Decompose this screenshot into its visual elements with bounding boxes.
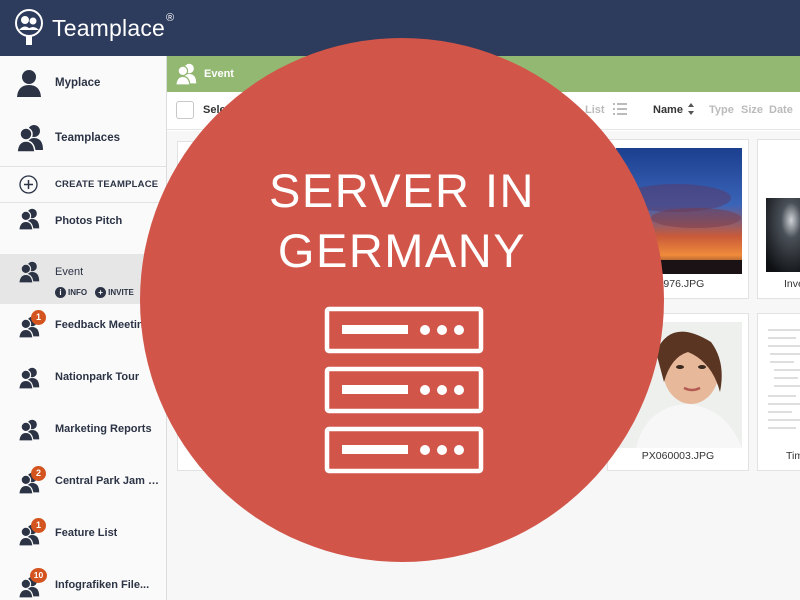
trademark: ® [166,12,175,24]
notification-badge: 2 [31,466,46,481]
notification-badge: 1 [31,310,46,325]
sidebar-item-label: Feedback Meeting [55,319,151,331]
page-title: Event [204,68,234,80]
invite-button[interactable]: + INVITE [95,287,134,298]
sort-type[interactable]: Type [709,104,734,116]
group-icon [18,261,40,283]
overlay-line-1: SERVER IN [269,164,535,217]
sidebar-item-infografiken[interactable]: 10 Infografiken File... [0,564,166,600]
sidebar-item-label: Photos Pitch [55,215,123,227]
sidebar-item-label: Event [55,266,84,278]
sidebar-item-central-park-jam[interactable]: 2 Central Park Jam Se... [0,460,166,512]
list-view-label[interactable]: List [585,104,605,116]
invite-label: INVITE [108,288,134,297]
file-name: Tim [786,450,800,462]
file-name: PX060003.JPG [641,450,715,462]
sort-date[interactable]: Date [769,104,793,116]
group-icon [175,63,197,85]
promo-overlay: SERVER IN GERMANY [140,38,664,562]
sidebar-item-label: Central Park Jam Se... [55,475,163,487]
sidebar-item-myplace[interactable]: Myplace [0,56,166,111]
sidebar-item-feature-list[interactable]: 1 Feature List [0,512,166,564]
notification-badge: 10 [30,568,47,583]
sidebar-item-label: Feature List [55,527,118,539]
info-label: INFO [68,288,88,297]
app-name: Teamplace [52,14,166,41]
sort-arrows-icon [688,103,694,115]
file-name: Inve [784,278,800,290]
list-view-icon[interactable] [613,102,627,116]
sort-size[interactable]: Size [741,104,763,116]
sidebar-item-marketing-reports[interactable]: Marketing Reports [0,408,166,460]
server-icon [324,306,484,474]
sidebar-item-label: Marketing Reports [55,423,152,435]
overlay-line-2: GERMANY [277,224,527,277]
notification-badge: 1 [31,518,46,533]
teamplace-logo-icon [15,9,43,45]
sidebar-item-teamplaces[interactable]: Teamplaces [0,111,166,166]
dark-image-thumbnail [766,198,800,272]
event-actions: i INFO + INVITE [55,287,134,298]
plus-icon: + [95,287,107,298]
add-circle-icon [19,175,38,194]
file-card[interactable]: Inve [757,139,800,299]
document-thumbnail [766,322,800,442]
info-icon: i [55,287,66,298]
brand[interactable]: Teamplace ® [12,8,174,48]
group-icon [18,208,40,230]
sidebar-item-label: Myplace [55,77,101,89]
select-all-checkbox[interactable] [176,101,194,119]
sidebar-item-label: Nationpark Tour [55,371,140,383]
file-card[interactable]: Tim [757,313,800,471]
sort-name[interactable]: Name [653,104,683,116]
sidebar-item-nationpark-tour[interactable]: Nationpark Tour [0,356,166,408]
group-icon [18,419,40,441]
group-icon [16,125,43,152]
group-icon [18,367,40,389]
sidebar-item-label: Teamplaces [55,132,120,144]
sidebar-item-label: Infografiken File... [55,579,150,591]
info-button[interactable]: i INFO [55,287,87,298]
person-icon [17,70,41,97]
